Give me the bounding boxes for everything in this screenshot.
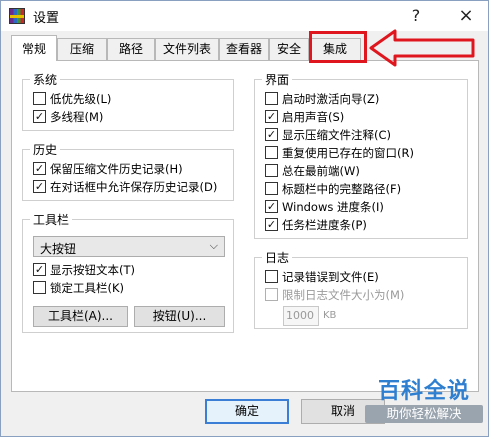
checkbox-taskbar-progress[interactable]: ✓ 任务栏进度条(P) [265,218,367,234]
red-arrow-annotation [369,29,475,67]
group-system-title: 系统 [30,71,61,88]
chevron-down-icon: ⌵ [209,239,218,252]
winrar-app-icon [9,8,25,24]
checkbox-full-path-title[interactable]: 标题栏中的完整路径(F) [265,182,401,198]
group-history: 历史 ✓ 保留压缩文件历史记录(H) ✓ 在对话框中允许保存历史记录(D) [22,141,234,201]
check-icon[interactable]: ✓ [265,218,278,231]
checkbox-reuse-window[interactable]: 重复使用已存在的窗口(R) [265,146,414,162]
group-toolbar: 工具栏 大按钮 ⌵ ✓ 显示按钮文本(T) 锁定工具栏(K) 工具栏(A)... … [22,211,234,333]
checkbox-box[interactable] [265,270,278,283]
tab-general[interactable]: 常规 [11,35,57,61]
log-size-input[interactable]: 1000 [283,306,319,326]
check-icon[interactable]: ✓ [33,180,46,193]
help-button[interactable]: ? [396,3,436,29]
group-interface-title: 界面 [262,71,293,88]
checkbox-startup-wizard[interactable]: 启动时激活向导(Z) [265,92,379,108]
group-log: 日志 记录错误到文件(E) 限制日志文件大小为(M) 1000 KB [254,249,468,329]
tab-paths[interactable]: 路径 [107,38,155,60]
checkbox-box[interactable] [265,288,278,301]
check-icon[interactable]: ✓ [33,110,46,123]
watermark-sub-text: 助你轻松解决 [365,405,483,423]
checkbox-box[interactable] [33,281,46,294]
check-icon[interactable]: ✓ [265,110,278,123]
group-log-title: 日志 [262,249,293,266]
check-icon[interactable]: ✓ [33,162,46,175]
checkbox-box[interactable] [33,92,46,105]
tab-compression[interactable]: 压缩 [57,38,107,60]
checkbox-box[interactable] [265,146,278,159]
log-size-unit: KB [323,310,337,321]
checkbox-multithread[interactable]: ✓ 多线程(M) [33,110,103,126]
window-title: 设置 [33,11,60,26]
checkbox-low-priority[interactable]: 低优先级(L) [33,92,111,108]
close-button[interactable]: × [446,3,486,29]
checkbox-show-button-text[interactable]: ✓ 显示按钮文本(T) [33,263,135,279]
general-tab-panel: 系统 低优先级(L) ✓ 多线程(M) 历史 ✓ 保留压缩文件历史记录(H) ✓ 在对… [11,60,479,392]
highlight-box [309,31,367,63]
checkbox-always-on-top[interactable]: 总在最前端(W) [265,164,360,180]
tab-viewer[interactable]: 查看器 [219,38,269,60]
tab-file-list[interactable]: 文件列表 [155,38,219,60]
check-icon[interactable]: ✓ [33,263,46,276]
check-icon[interactable]: ✓ [265,128,278,141]
checkbox-keep-archive-history[interactable]: ✓ 保留压缩文件历史记录(H) [33,162,183,178]
buttons-button[interactable]: 按钮(U)... [134,306,225,327]
checkbox-log-errors[interactable]: 记录错误到文件(E) [265,270,379,286]
checkbox-dialog-history[interactable]: ✓ 在对话框中允许保存历史记录(D) [33,180,217,196]
group-toolbar-title: 工具栏 [30,211,73,228]
settings-dialog: 设置 ? × 常规 压缩 路径 文件列表 查看器 安全 集成 系统 低优先级(L… [0,0,489,437]
checkbox-box[interactable] [265,182,278,195]
group-system: 系统 低优先级(L) ✓ 多线程(M) [22,71,234,131]
watermark-logo: 百科全说 助你轻松解决 [365,373,483,431]
checkbox-windows-progress[interactable]: ✓ Windows 进度条(I) [265,200,384,216]
checkbox-enable-sound[interactable]: ✓ 启用声音(S) [265,110,344,126]
ok-button[interactable]: 确定 [205,399,289,424]
checkbox-lock-toolbar[interactable]: 锁定工具栏(K) [33,281,124,297]
group-interface: 界面 启动时激活向导(Z) ✓ 启用声音(S) ✓ 显示压缩文件注释(C) 重复使用… [254,71,468,239]
toolbar-button[interactable]: 工具栏(A)... [33,306,128,327]
checkbox-show-comments[interactable]: ✓ 显示压缩文件注释(C) [265,128,391,144]
checkbox-limit-log-size[interactable]: 限制日志文件大小为(M) [265,288,404,304]
checkbox-box[interactable] [265,164,278,177]
tab-security[interactable]: 安全 [269,38,309,60]
toolbar-size-select[interactable]: 大按钮 ⌵ [33,236,225,257]
watermark-main-text: 百科全说 [377,379,470,404]
check-icon[interactable]: ✓ [265,200,278,213]
checkbox-box[interactable] [265,92,278,105]
group-history-title: 历史 [30,141,61,158]
